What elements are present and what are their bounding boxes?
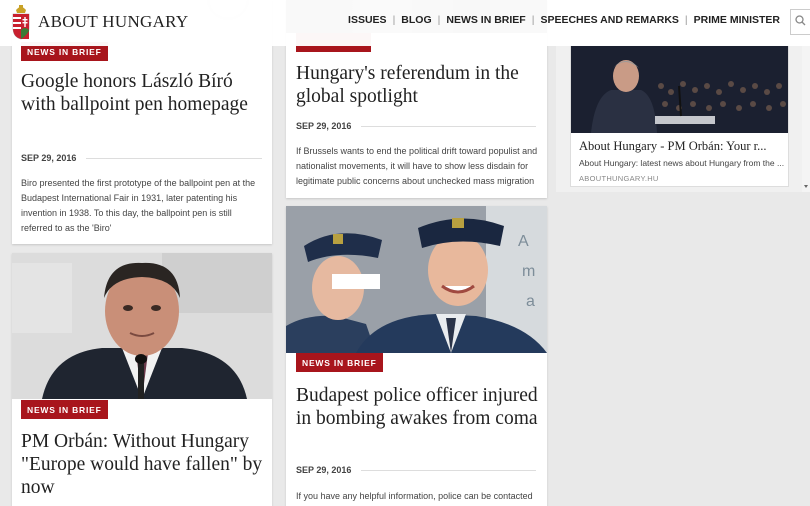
category-badge[interactable]: NEWS IN BRIEF [296,353,383,372]
nav-news-in-brief[interactable]: NEWS IN BRIEF [446,14,525,26]
site-header: ABOUT HUNGARY ISSUES | BLOG | NEWS IN BR… [0,0,810,46]
nav-blog[interactable]: BLOG [401,14,431,26]
divider [86,157,262,159]
category-badge[interactable]: NEWS IN BRIEF [21,400,108,419]
link-preview-domain: ABOUTHUNGARY.HU [579,174,659,183]
article-date-row: SEP 29, 2016 [21,153,262,163]
divider [361,125,536,127]
scrollbar[interactable] [802,46,810,192]
link-preview-card[interactable]: About Hungary - PM Orbán: Your r... Abou… [570,45,789,187]
article-title[interactable]: PM Orbán: Without Hungary "Europe would … [21,430,271,499]
nav-separator: | [437,14,441,26]
link-preview-description: About Hungary: latest news about Hungary… [579,158,785,168]
link-preview-title[interactable]: About Hungary - PM Orbán: Your r... [579,139,785,154]
svg-text:m: m [522,263,535,280]
search-button[interactable] [790,9,810,35]
nav-separator: | [531,14,535,26]
nav-separator: | [392,14,396,26]
article-card[interactable]: NEWS IN BRIEF PM Orbán: Without Hungary … [12,253,272,506]
logo-text: ABOUT HUNGARY [38,12,189,31]
article-card[interactable]: A m a NEWS IN BRIEF Budapest police offi… [286,206,547,506]
article-date: SEP 29, 2016 [296,465,352,475]
nav-issues[interactable]: ISSUES [348,14,387,26]
svg-text:A: A [518,233,529,250]
article-title[interactable]: Google honors László Bíró with ballpoint… [21,70,266,116]
article-date: SEP 29, 2016 [296,121,352,131]
article-excerpt: Biro presented the first prototype of th… [21,178,256,233]
article-excerpt: If you have any helpful information, pol… [296,491,533,501]
article-date-row: SEP 29, 2016 [296,465,536,475]
link-preview-image[interactable] [571,46,788,133]
article-date: SEP 29, 2016 [21,153,77,163]
article-title[interactable]: Hungary's referendum in the global spotl… [296,62,536,108]
hungary-crest-icon [10,4,32,40]
article-image[interactable] [12,253,272,399]
article-image[interactable]: A m a [286,206,547,353]
search-icon [795,13,806,31]
svg-text:a: a [526,293,535,310]
nav-prime-minister[interactable]: PRIME MINISTER [694,14,780,26]
nav-separator: | [684,14,688,26]
divider [361,469,536,471]
main-nav: ISSUES | BLOG | NEWS IN BRIEF | SPEECHES… [348,14,780,26]
nav-speeches-and-remarks[interactable]: SPEECHES AND REMARKS [540,14,678,26]
site-logo[interactable]: ABOUT HUNGARY [10,4,188,40]
article-title[interactable]: Budapest police officer injured in bombi… [296,384,541,430]
article-date-row: SEP 29, 2016 [296,121,536,131]
article-excerpt: If Brussels wants to end the political d… [296,146,538,186]
